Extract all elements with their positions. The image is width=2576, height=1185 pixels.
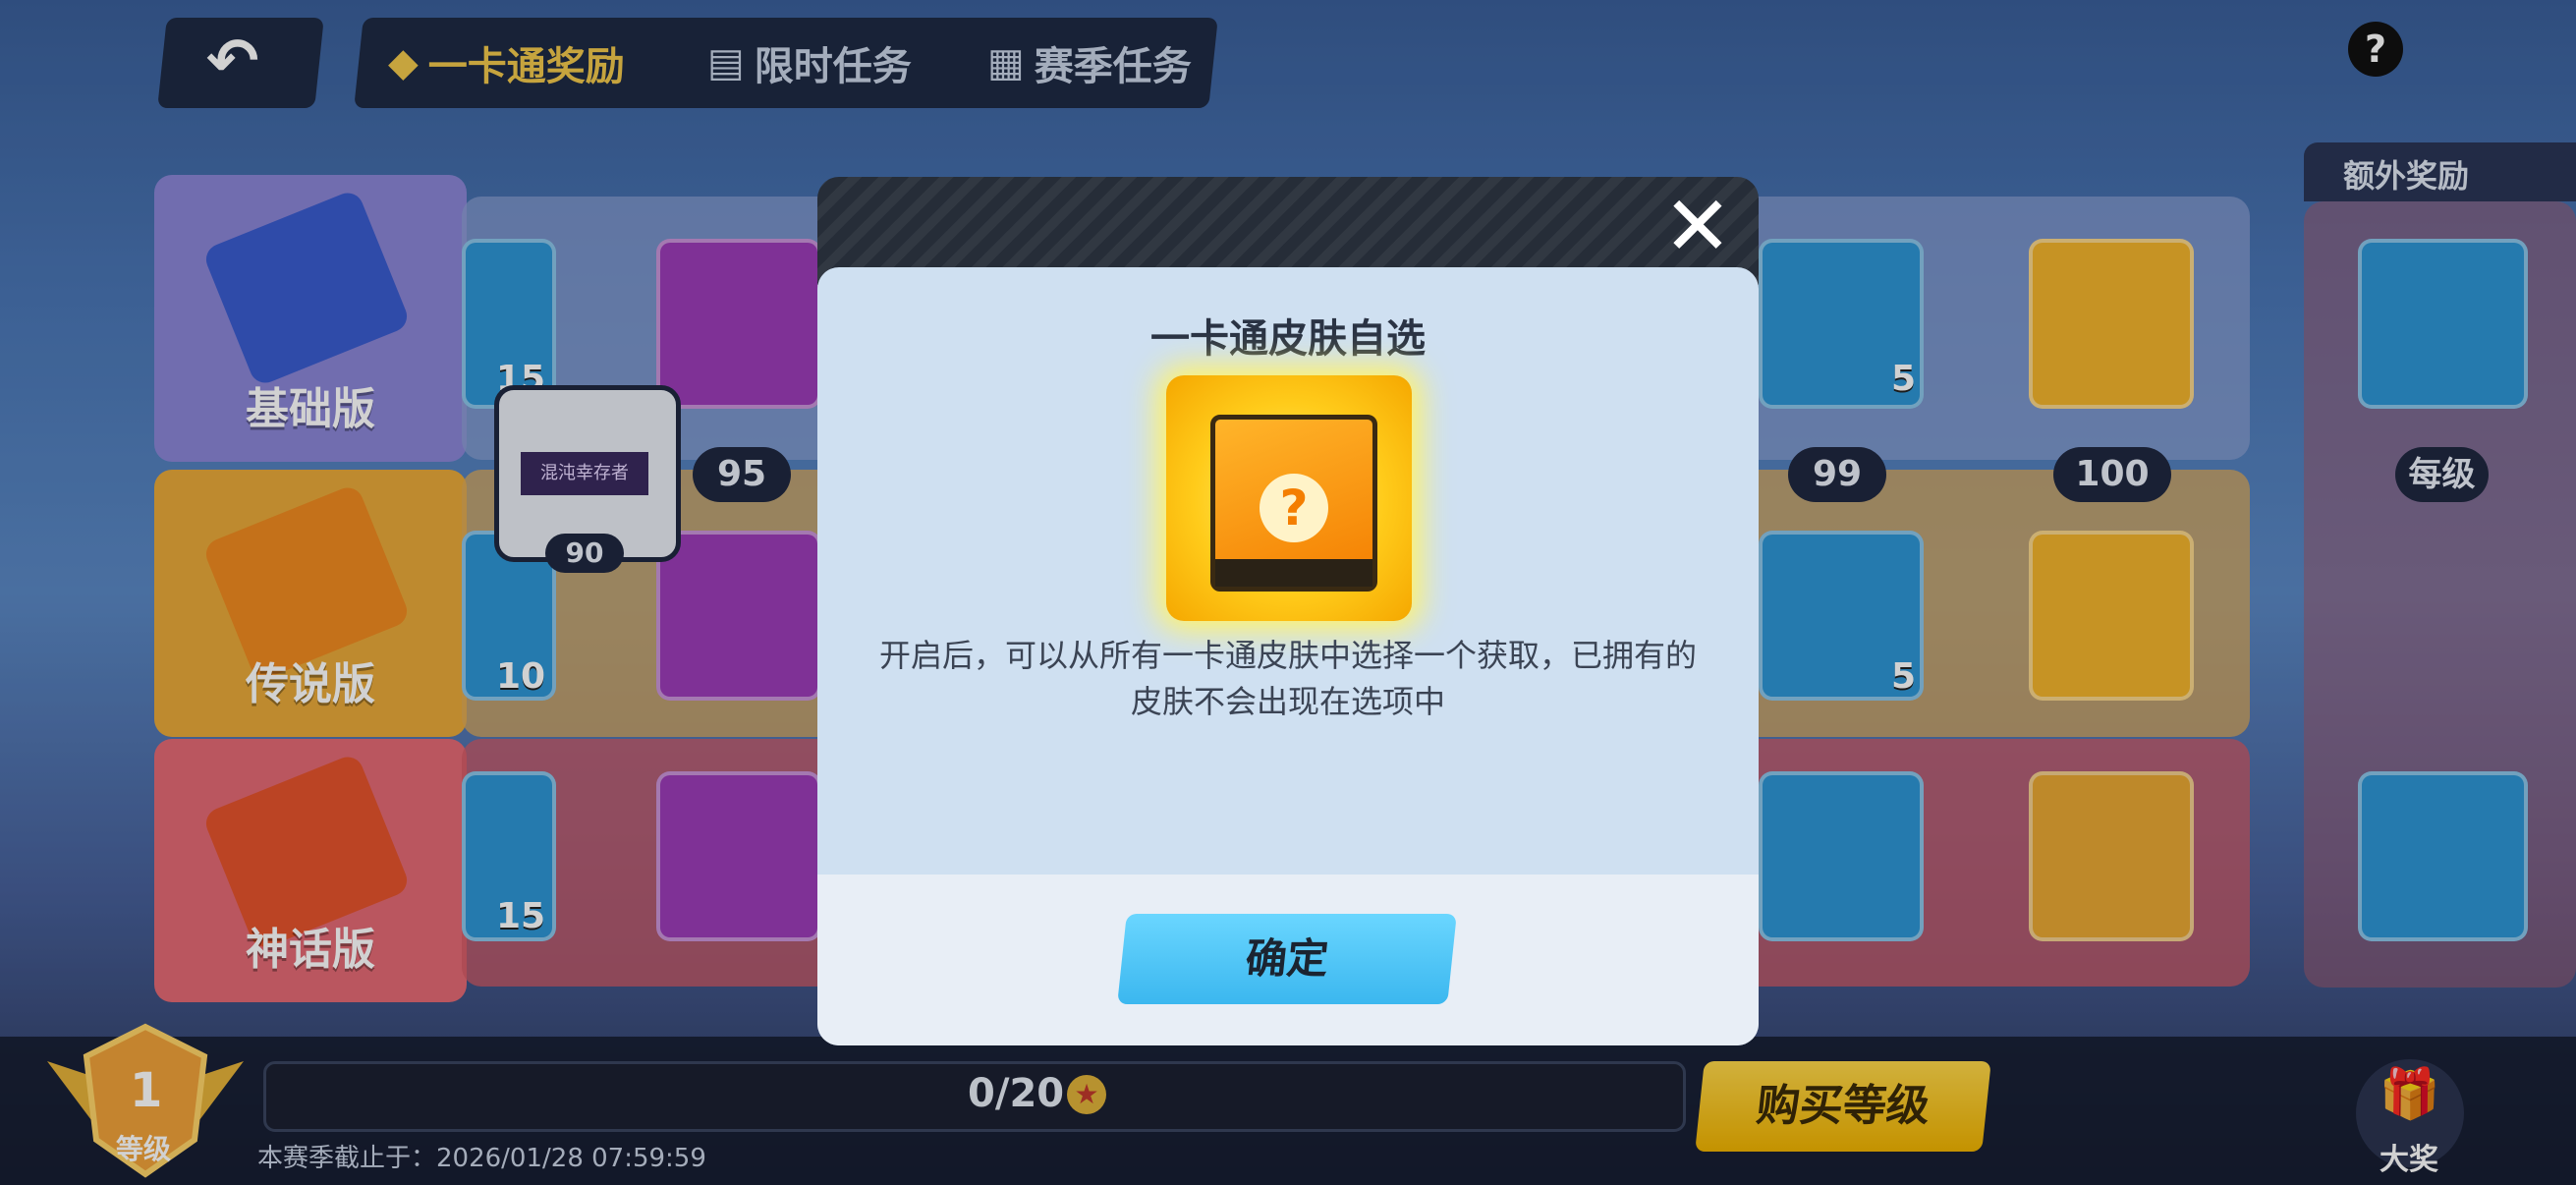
confirm-button[interactable]: 确定 [1117,914,1457,1004]
description-line: 开启后，可以从所有一卡通皮肤中选择一个获取，已拥有的 [878,637,1697,674]
mystery-box-icon: ? [1210,415,1377,592]
modal-description: 开启后，可以从所有一卡通皮肤中选择一个获取，已拥有的 皮肤不会出现在选项中 [857,633,1719,725]
close-button[interactable]: ✕ [1660,185,1735,267]
skin-box-prize: ? [1166,375,1412,621]
skin-select-modal: 一卡通皮肤自选 ? 开启后，可以从所有一卡通皮肤中选择一个获取，已拥有的 皮肤不… [817,267,1759,1045]
modal-footer: 确定 [817,875,1759,1045]
modal-title: 一卡通皮肤自选 [1150,316,1426,362]
description-line: 皮肤不会出现在选项中 [1130,683,1445,720]
